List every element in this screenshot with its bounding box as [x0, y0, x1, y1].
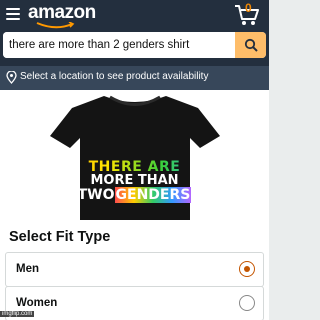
location-text: Select a location to see product availab… — [20, 71, 209, 82]
shirt-print-text: THERE ARE MORE THAN TWOGENDERS — [0, 160, 269, 203]
amazon-logo[interactable]: amazon — [28, 2, 96, 24]
location-bar[interactable]: Select a location to see product availab… — [0, 66, 269, 90]
fit-option-label: Women — [16, 297, 58, 309]
search-bar — [3, 32, 266, 58]
fit-option-women[interactable]: Women — [5, 286, 264, 320]
radio-selected-icon[interactable] — [239, 261, 255, 277]
shirt-line-3: TWOGENDERS — [0, 187, 269, 203]
fit-option-label: Men — [16, 263, 39, 275]
search-button[interactable] — [235, 32, 266, 58]
amazon-smile-icon — [36, 22, 75, 29]
shirt-line-1: THERE ARE — [0, 160, 269, 174]
fit-option-men[interactable]: Men — [5, 252, 264, 287]
shirt-line-2: MORE THAN — [90, 173, 179, 188]
watermark: imgflip.com — [0, 311, 35, 317]
menu-icon[interactable] — [6, 8, 20, 21]
radio-unselected-icon[interactable] — [239, 295, 255, 311]
top-nav-bar: amazon 0 — [0, 0, 269, 66]
cart-count-badge: 0 — [245, 1, 252, 15]
shirt-line-3-two: TWO — [77, 187, 115, 203]
location-pin-icon — [6, 71, 17, 84]
shirt-line-3-genders: GENDERS — [114, 187, 192, 203]
fit-type-title: Select Fit Type — [9, 229, 111, 245]
search-icon — [244, 38, 258, 52]
search-input[interactable] — [3, 32, 235, 58]
